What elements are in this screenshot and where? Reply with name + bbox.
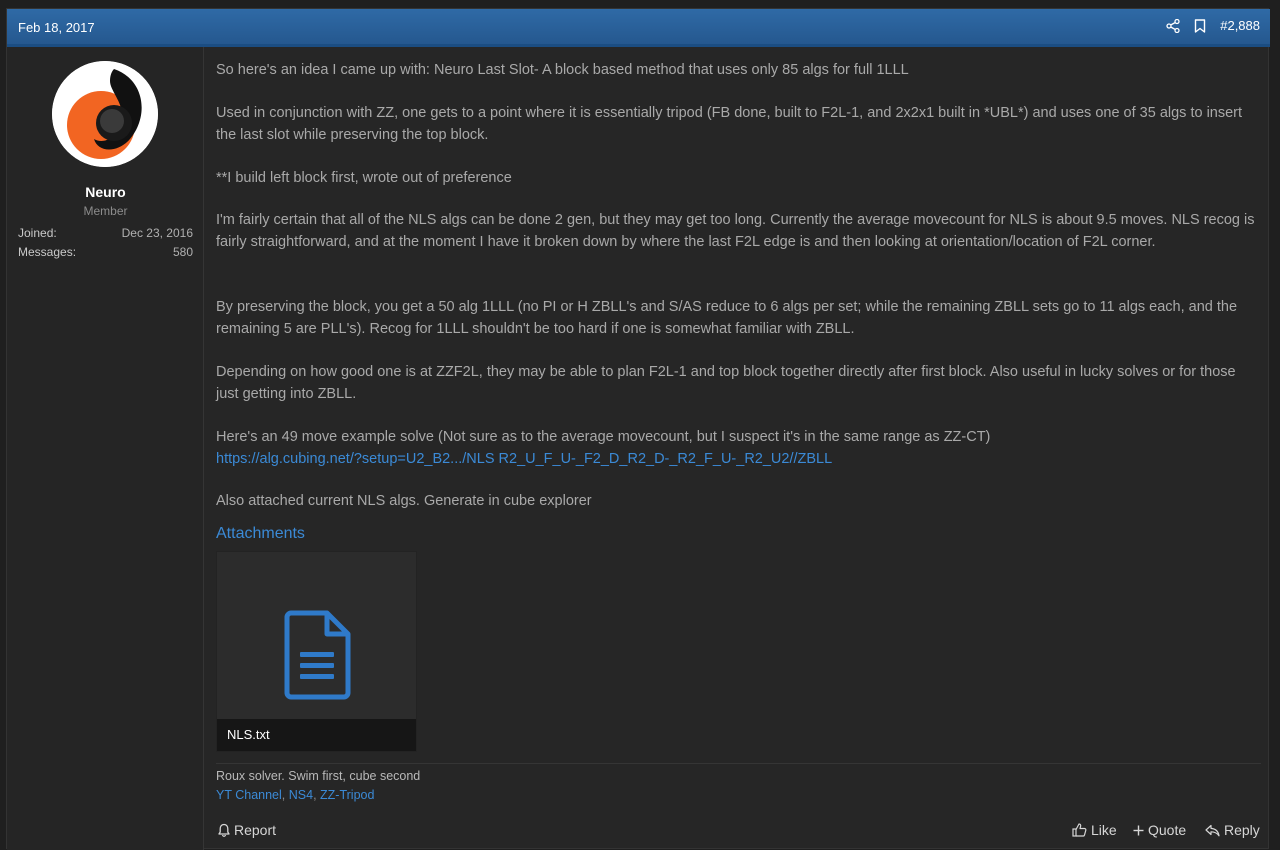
- signature-links: YT Channel, NS4, ZZ-Tripod: [216, 788, 374, 802]
- signature-link-ns4[interactable]: NS4: [289, 788, 313, 802]
- thumbs-up-icon: [1072, 823, 1087, 837]
- paragraph: Here's an 49 move example solve (Not sur…: [216, 429, 991, 445]
- post-header-tools: #2,888: [1166, 18, 1260, 33]
- signature-link-yt[interactable]: YT Channel: [216, 788, 282, 802]
- reply-label: Reply: [1224, 822, 1260, 838]
- quote-label: Quote: [1148, 822, 1187, 838]
- paragraph: I'm fairly certain that all of the NLS a…: [216, 212, 1255, 250]
- signature-divider: [216, 763, 1261, 764]
- username[interactable]: Neuro: [7, 184, 204, 200]
- bell-icon: [218, 823, 230, 837]
- paragraph: By preserving the block, you get a 50 al…: [216, 299, 1238, 337]
- file-text-icon: [283, 610, 351, 705]
- paragraph: Used in conjunction with ZZ, one gets to…: [216, 105, 1243, 143]
- quote-button[interactable]: Quote: [1133, 822, 1186, 838]
- plus-icon: [1133, 825, 1144, 836]
- stat-label: Messages:: [18, 245, 77, 259]
- attachment-file[interactable]: NLS.txt: [216, 551, 417, 752]
- user-info-panel: Neuro Member Joined: Dec 23, 2016 Messag…: [7, 47, 204, 850]
- report-label: Report: [234, 822, 277, 838]
- user-title: Member: [83, 204, 128, 218]
- stat-messages: Messages: 580: [18, 245, 193, 259]
- post-date[interactable]: Feb 18, 2017: [18, 20, 95, 35]
- message-post: Feb 18, 2017 #2,888 Neuro Member Joined:: [6, 8, 1270, 850]
- share-icon[interactable]: [1166, 18, 1180, 33]
- signature-text: Roux solver. Swim first, cube second: [216, 769, 421, 783]
- solve-link[interactable]: https://alg.cubing.net/?setup=U2_B2.../N…: [216, 451, 832, 467]
- reply-icon: [1205, 824, 1220, 837]
- stat-joined: Joined: Dec 23, 2016: [18, 226, 193, 240]
- paragraph: So here's an idea I came up with: Neuro …: [216, 62, 909, 78]
- attachment-name[interactable]: NLS.txt: [217, 719, 416, 751]
- paragraph: Also attached current NLS algs. Generate…: [216, 493, 592, 509]
- link-separator: ,: [281, 788, 289, 802]
- stat-value[interactable]: 580: [173, 245, 193, 259]
- bookmark-icon[interactable]: [1194, 18, 1206, 33]
- like-button[interactable]: Like: [1072, 822, 1117, 838]
- post-header: Feb 18, 2017 #2,888: [7, 9, 1270, 47]
- link-separator: ,: [313, 788, 321, 802]
- paragraph: **I build left block first, wrote out of…: [216, 170, 512, 186]
- paragraph-link: https://alg.cubing.net/?setup=U2_B2.../N…: [216, 449, 1261, 471]
- attachments-title: Attachments: [216, 525, 305, 542]
- avatar[interactable]: [52, 61, 158, 167]
- reply-button[interactable]: Reply: [1205, 822, 1260, 838]
- like-label: Like: [1091, 822, 1117, 838]
- report-button[interactable]: Report: [218, 822, 276, 838]
- stat-value: Dec 23, 2016: [121, 226, 193, 240]
- signature-link-zz-tripod[interactable]: ZZ-Tripod: [320, 788, 374, 802]
- stat-label: Joined:: [18, 226, 57, 240]
- post-number[interactable]: #2,888: [1220, 18, 1260, 33]
- paragraph: Depending on how good one is at ZZF2L, t…: [216, 364, 1236, 402]
